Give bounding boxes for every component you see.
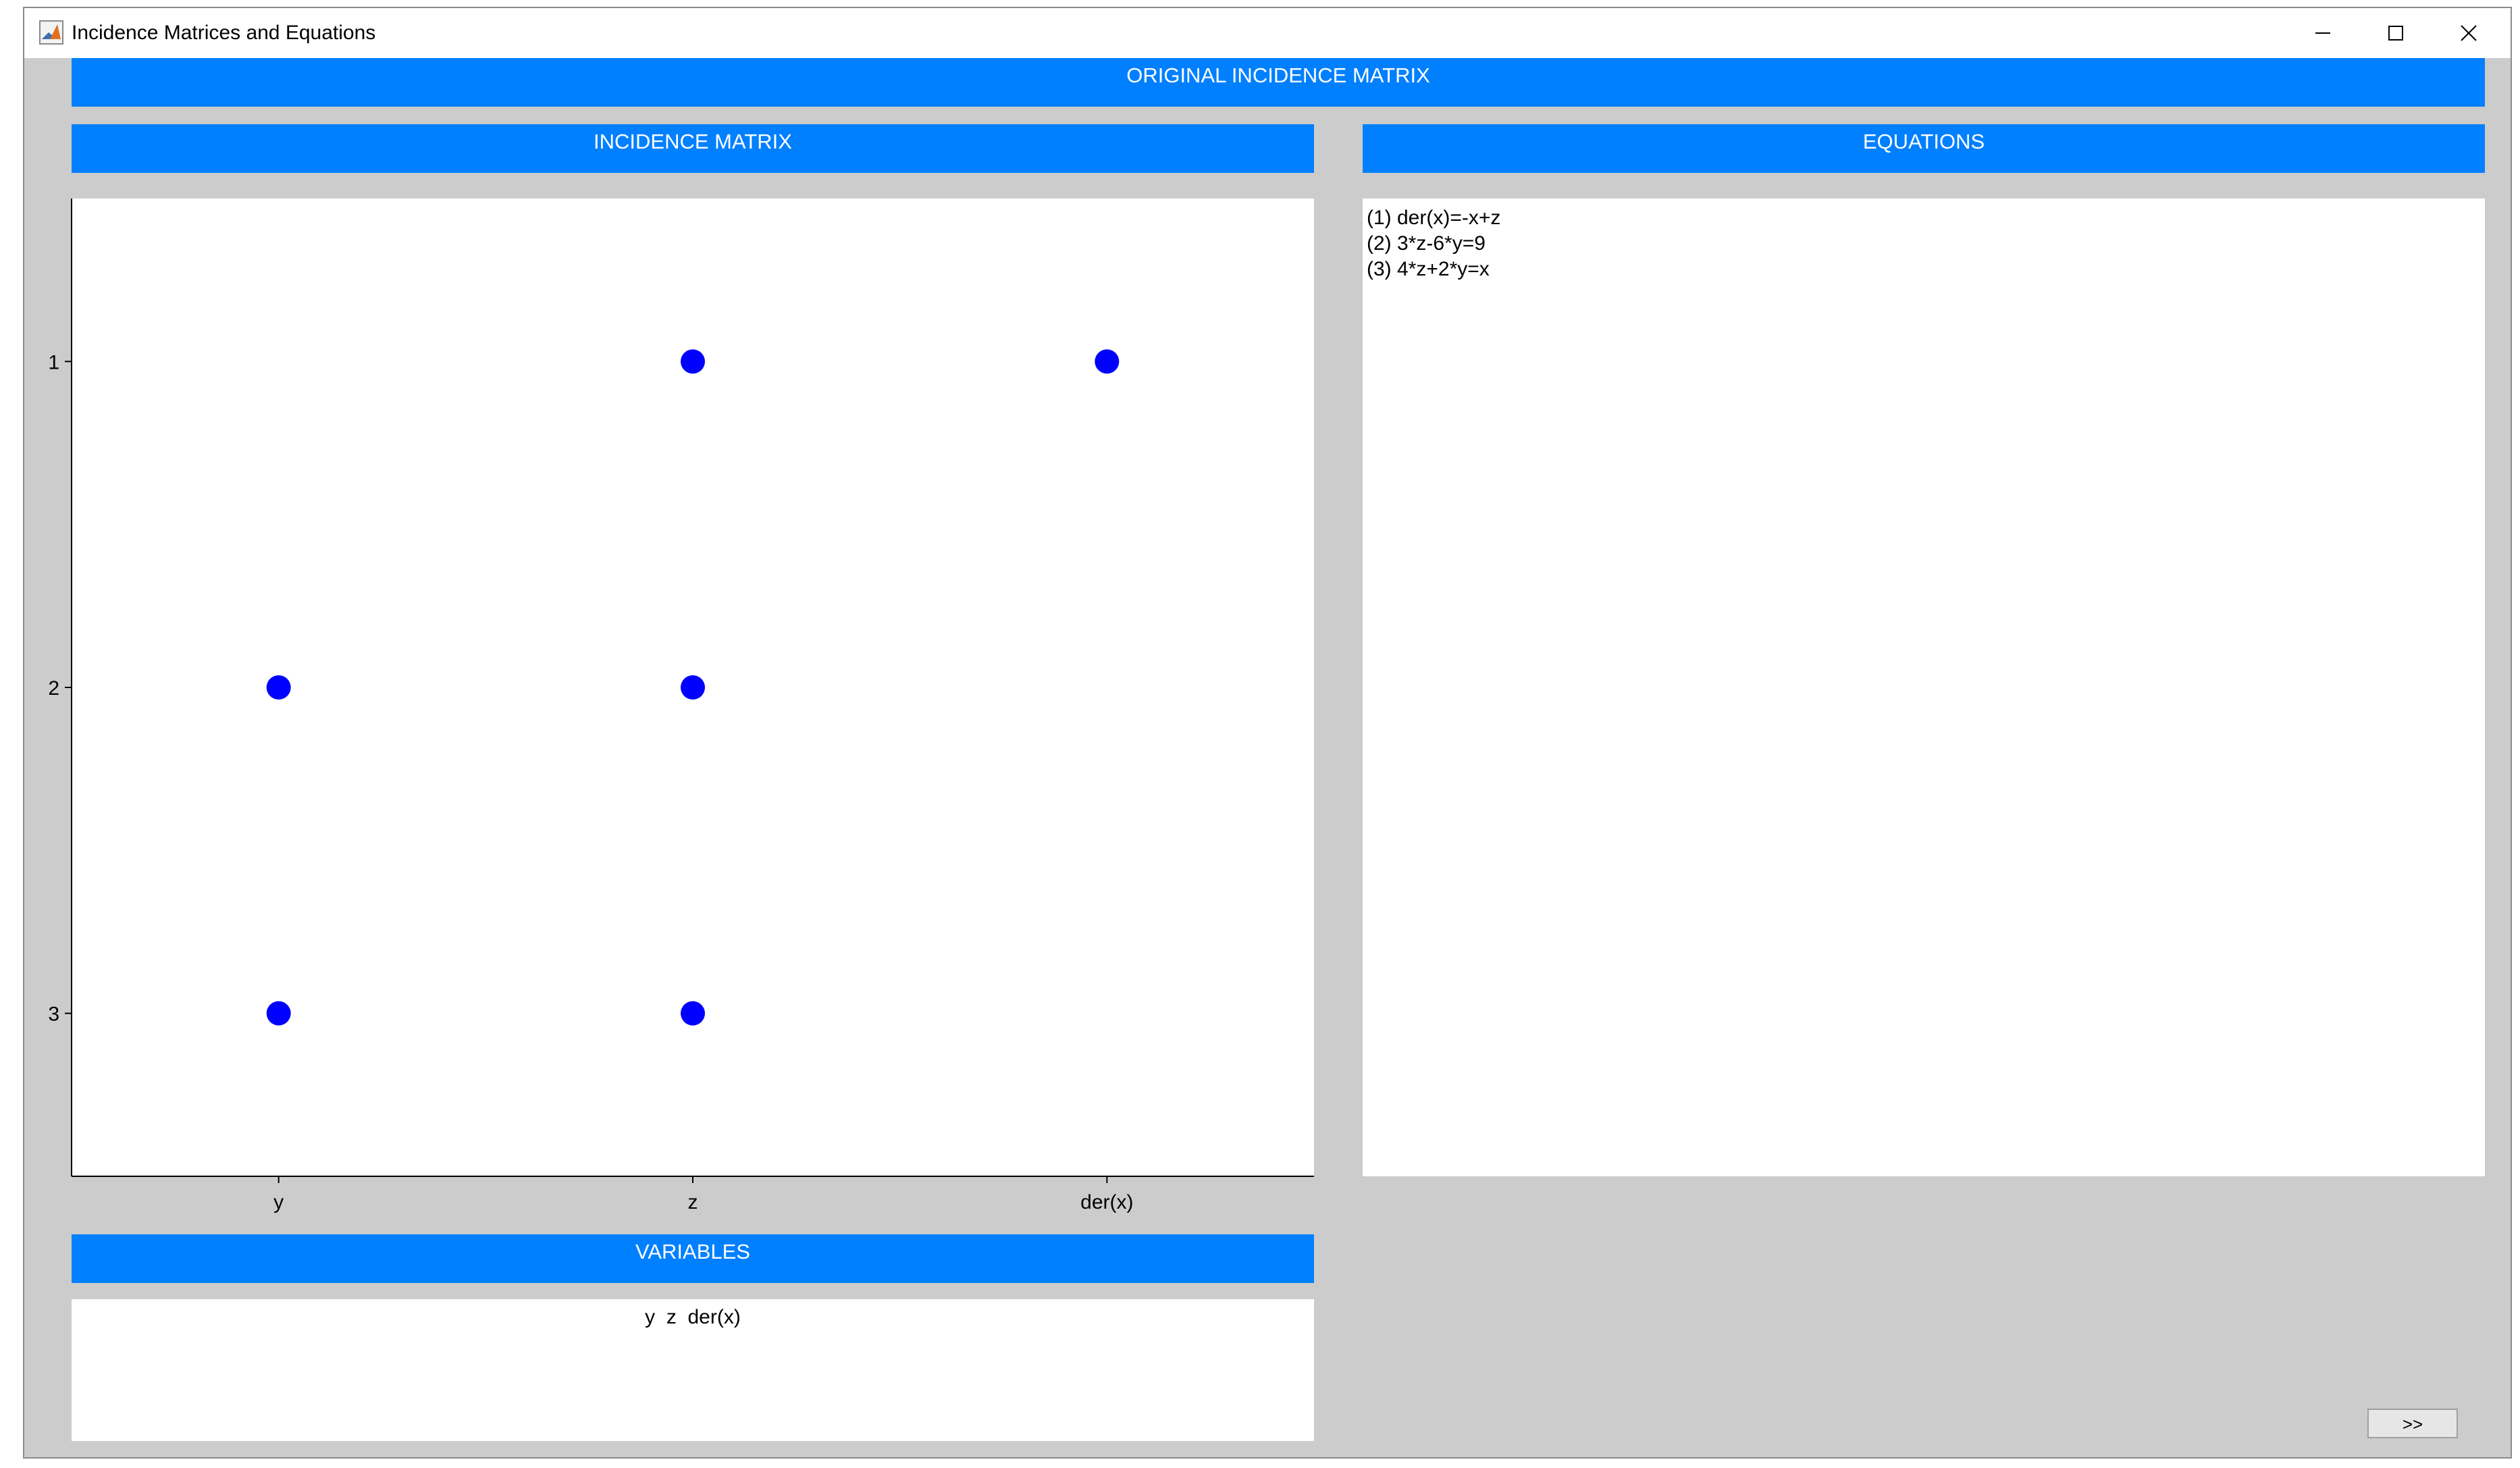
close-icon	[2461, 25, 2477, 41]
equations-header: EQUATIONS	[1363, 124, 2485, 173]
incidence-point	[681, 1001, 705, 1026]
incidence-point	[266, 675, 291, 700]
incidence-matrix-plot: y z der(x) 1 2 3	[48, 199, 1314, 1213]
incidence-point	[1095, 349, 1120, 374]
incidence-point	[681, 349, 705, 374]
close-button[interactable]	[2432, 8, 2505, 58]
equation-line: (3) 4*z+2*y=x	[1367, 258, 1490, 280]
y-tick-label: 2	[48, 677, 59, 700]
incidence-point	[681, 675, 705, 700]
incidence-point	[266, 1001, 291, 1026]
x-tick-label: y	[273, 1191, 284, 1213]
x-tick-label: der(x)	[1080, 1191, 1133, 1213]
minimize-button[interactable]	[2286, 8, 2359, 58]
equations-panel: (1) der(x)=-x+z (2) 3*z-6*y=9 (3) 4*z+2*…	[1363, 199, 2485, 1176]
equation-line: (2) 3*z-6*y=9	[1367, 232, 1486, 255]
maximize-icon	[2388, 26, 2403, 41]
app-window: Incidence Matrices and Equations ORIGINA…	[23, 7, 2512, 1459]
equation-line: (1) der(x)=-x+z	[1367, 207, 1501, 229]
y-tick-label: 3	[48, 1003, 59, 1026]
x-tick-label: z	[688, 1191, 698, 1213]
variables-header: VARIABLES	[72, 1234, 1314, 1283]
y-tick-label: 1	[48, 351, 59, 373]
variables-list: y z der(x)	[645, 1306, 741, 1328]
next-button[interactable]: >>	[2367, 1409, 2458, 1438]
maximize-button[interactable]	[2359, 8, 2432, 58]
variables-panel: y z der(x)	[72, 1299, 1314, 1441]
minimize-icon	[2315, 32, 2330, 34]
